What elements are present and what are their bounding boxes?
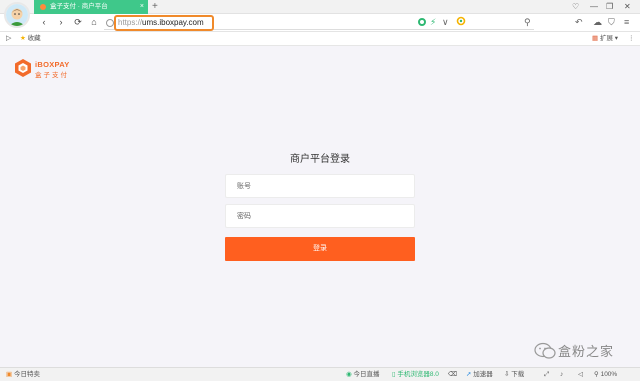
mobile-browser-label: 手机浏览器8.0	[397, 371, 439, 378]
status-bar: ▣ 今日特卖 ◉ 今日直播 ▯ 手机浏览器8.0 ⌫ ➚ 加速器 ⇩ 下载 ⤢ …	[0, 367, 640, 381]
accelerator-label: 加速器	[473, 371, 493, 378]
favorites-label: 收藏	[27, 35, 41, 42]
url-highlight-annotation	[114, 15, 214, 31]
watermark-text: 盒粉之家	[558, 344, 615, 359]
refresh-button[interactable]: ⟳	[72, 16, 84, 29]
user-avatar[interactable]	[4, 2, 30, 28]
extensions-button[interactable]: ▦ 扩展 ▾	[592, 32, 618, 45]
back-button[interactable]: ‹	[38, 16, 50, 29]
today-live-label: 今日直播	[353, 371, 380, 378]
sound-icon[interactable]: ♪	[560, 368, 563, 381]
login-title: 商户平台登录	[290, 154, 350, 165]
speaker-icon[interactable]: ◁	[578, 368, 583, 381]
fullscreen-icon[interactable]: ⤢	[544, 368, 549, 381]
zoom-control[interactable]: ⚲ 100%	[594, 368, 617, 381]
download-button[interactable]: ⇩ 下载	[504, 368, 524, 381]
address-dropdown-icon[interactable]: ∨	[442, 16, 449, 28]
avatar-icon	[6, 4, 28, 26]
menu-icon[interactable]: ≡	[624, 16, 629, 28]
today-live-link[interactable]: ◉ 今日直播	[346, 368, 379, 381]
phone-icon: ▯	[392, 371, 396, 378]
account-input[interactable]	[226, 175, 414, 197]
zoom-level: 100%	[600, 371, 618, 378]
account-field[interactable]	[225, 174, 415, 198]
chevron-down-icon: ▾	[614, 35, 619, 42]
new-tab-button[interactable]: +	[152, 0, 158, 13]
speed-mode-icon[interactable]: ⚡	[430, 16, 436, 28]
navigation-bar: ‹ › ⟳ ⌂	[0, 14, 640, 32]
close-window-button[interactable]: ✕	[624, 1, 631, 13]
download-icon: ⇩	[504, 371, 510, 378]
rocket-icon: ➚	[466, 371, 472, 378]
password-field[interactable]	[225, 204, 415, 228]
clean-icon[interactable]: ⌫	[448, 368, 457, 381]
extensions-label: 扩展	[599, 35, 613, 42]
forward-button[interactable]: ›	[55, 16, 67, 29]
star-icon: ★	[20, 35, 26, 42]
gift-icon: ▣	[6, 371, 13, 378]
secure-connection-icon[interactable]	[418, 18, 426, 26]
search-icon[interactable]: ⚲	[524, 16, 531, 28]
grid-icon: ▦	[592, 35, 599, 42]
tab-favicon-icon	[40, 4, 46, 10]
more-icon[interactable]: ⋮	[628, 32, 635, 45]
maximize-button[interactable]: ❐	[606, 1, 613, 13]
today-deals-label: 今日特卖	[13, 371, 40, 378]
download-label: 下载	[511, 371, 525, 378]
sidebar-toggle-icon[interactable]: ▷	[6, 32, 11, 45]
logo-english: iBOXPAY	[35, 60, 70, 69]
cloud-icon[interactable]: ☁	[593, 16, 602, 28]
favorites-button[interactable]: ★ 收藏	[20, 32, 41, 45]
home-button[interactable]: ⌂	[88, 16, 100, 29]
favorite-window-icon[interactable]: ♡	[572, 1, 579, 13]
live-icon: ◉	[346, 371, 352, 378]
accelerator-button[interactable]: ➚ 加速器	[466, 368, 493, 381]
zoom-icon: ⚲	[594, 371, 599, 378]
password-input[interactable]	[226, 205, 414, 227]
shield-icon[interactable]: ⛉	[608, 16, 615, 28]
undo-close-icon[interactable]: ↶	[575, 16, 583, 28]
logo-chinese: 盒子支付	[35, 72, 69, 79]
title-bar: 盒子支付 · 商户平台 × + ♡ — ❐ ✕	[0, 0, 640, 14]
bookmarks-bar: ▷ ★ 收藏 ▦ 扩展 ▾ ⋮	[0, 32, 640, 46]
today-deals-link[interactable]: ▣ 今日特卖	[6, 368, 40, 381]
search-engine-icon[interactable]	[456, 16, 466, 29]
minimize-button[interactable]: —	[590, 1, 598, 13]
tab-close-icon[interactable]: ×	[140, 0, 144, 14]
globe-icon	[106, 19, 114, 27]
login-button[interactable]: 登录	[225, 237, 415, 261]
tab-ibox-merchant[interactable]: 盒子支付 · 商户平台 ×	[34, 0, 148, 14]
wechat-icon	[534, 342, 556, 359]
tab-title: 盒子支付 · 商户平台	[50, 3, 108, 10]
mobile-browser-link[interactable]: ▯ 手机浏览器8.0	[392, 368, 439, 381]
cube-logo-icon	[15, 59, 31, 77]
